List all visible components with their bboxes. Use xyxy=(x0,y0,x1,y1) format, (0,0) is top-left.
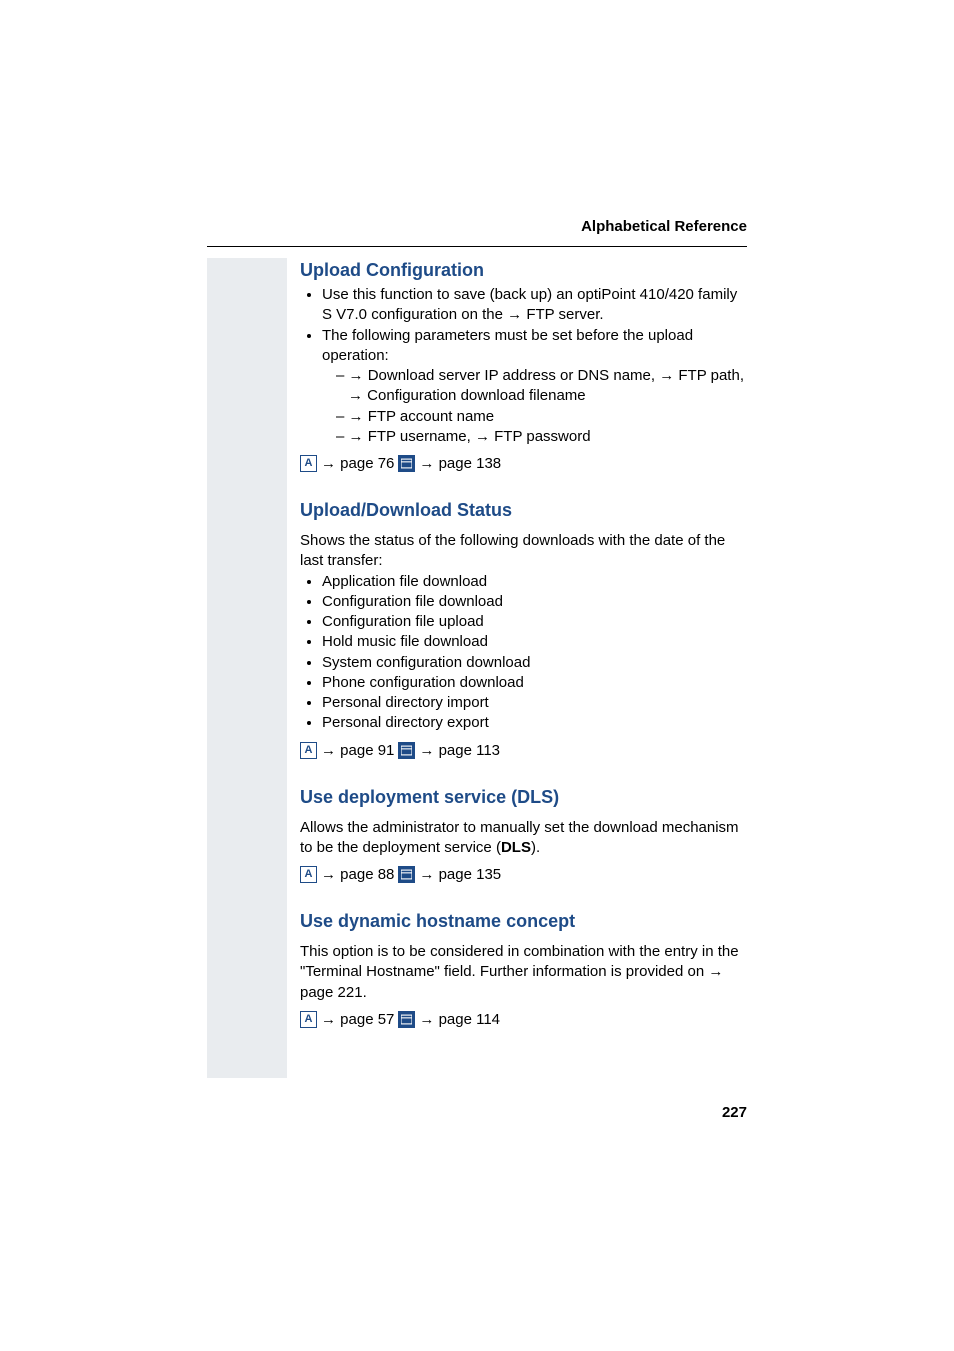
page-link[interactable]: → page 138 xyxy=(419,455,501,472)
heading-use-dynamic-hostname: Use dynamic hostname concept xyxy=(300,911,750,932)
paragraph: Shows the status of the following downlo… xyxy=(300,531,750,572)
text-fragment: ). xyxy=(531,839,540,856)
content-column: Upload Configuration Use this function t… xyxy=(300,260,750,1028)
arrow-icon: → xyxy=(321,1011,340,1028)
list-item: System configuration download xyxy=(322,653,750,673)
list-item: Personal directory import xyxy=(322,693,750,713)
page: Alphabetical Reference Upload Configurat… xyxy=(0,0,954,1351)
arrow-icon: → xyxy=(419,866,438,883)
arrow-icon: → xyxy=(349,367,368,384)
list-item: Configuration file upload xyxy=(322,612,750,632)
web-icon xyxy=(398,742,415,759)
list-item: Personal directory export xyxy=(322,713,750,733)
list-item: The following parameters must be set bef… xyxy=(322,326,750,448)
text-fragment: FTP username xyxy=(368,428,467,445)
arrow-icon: → xyxy=(321,742,340,759)
text-fragment: . xyxy=(599,306,603,323)
arrow-icon: → xyxy=(348,387,367,404)
text-fragment: FTP account name xyxy=(368,408,494,425)
list-item: Application file download xyxy=(322,572,750,592)
reference-row: A → page 91 → page 113 xyxy=(300,742,750,759)
sublist-item: → FTP account name xyxy=(336,407,750,427)
web-icon xyxy=(398,1011,415,1028)
page-link[interactable]: → page 88 xyxy=(321,866,394,883)
sublist: → Download server IP address or DNS name… xyxy=(322,366,750,447)
text-fragment: FTP path xyxy=(678,367,739,384)
arrow-icon: → xyxy=(321,866,340,883)
reference-row: A → page 76 → page 138 xyxy=(300,455,750,472)
header-rule xyxy=(207,246,747,247)
running-head: Alphabetical Reference xyxy=(581,218,747,236)
arrow-icon: → xyxy=(321,455,340,472)
list-item: Use this function to save (back up) an o… xyxy=(322,285,750,326)
arrow-icon: → xyxy=(419,1011,438,1028)
text-fragment: The following parameters must be set bef… xyxy=(322,327,693,364)
page-link[interactable]: → page 91 xyxy=(321,742,394,759)
page-link[interactable]: → page 113 xyxy=(419,742,500,759)
arrow-icon: → xyxy=(349,408,368,425)
admin-icon: A xyxy=(300,455,317,472)
page-link[interactable]: → page 76 xyxy=(321,455,394,472)
web-icon xyxy=(398,866,415,883)
web-icon xyxy=(398,455,415,472)
arrow-icon: → xyxy=(659,367,678,384)
arrow-icon: → xyxy=(507,306,526,323)
heading-upload-configuration: Upload Configuration xyxy=(300,260,750,281)
reference-row: A → page 57 → page 114 xyxy=(300,1011,750,1028)
page-link[interactable]: → page 57 xyxy=(321,1011,394,1028)
sublist-item: → FTP username, → FTP password xyxy=(336,427,750,447)
arrow-icon: → xyxy=(419,742,438,759)
arrow-icon: → xyxy=(349,428,368,445)
paragraph: Allows the administrator to manually set… xyxy=(300,818,750,859)
reference-row: A → page 88 → page 135 xyxy=(300,866,750,883)
text-fragment: This option is to be considered in combi… xyxy=(300,943,739,980)
heading-upload-download-status: Upload/Download Status xyxy=(300,500,750,521)
bullet-list: Application file download Configuration … xyxy=(300,572,750,734)
list-item: Hold music file download xyxy=(322,632,750,652)
text-fragment: FTP server xyxy=(526,306,599,323)
list-item: Configuration file download xyxy=(322,592,750,612)
list-item: Phone configuration download xyxy=(322,673,750,693)
admin-icon: A xyxy=(300,1011,317,1028)
text-fragment: Configuration download filename xyxy=(367,387,585,404)
page-link[interactable]: → page 135 xyxy=(419,866,501,883)
paragraph: This option is to be considered in combi… xyxy=(300,942,750,1003)
sidebar-decorative xyxy=(207,258,287,1078)
heading-use-deployment-service: Use deployment service (DLS) xyxy=(300,787,750,808)
page-number: 227 xyxy=(722,1104,747,1121)
text-fragment: FTP password xyxy=(494,428,590,445)
page-link[interactable]: → page 114 xyxy=(419,1011,500,1028)
bullet-list: Use this function to save (back up) an o… xyxy=(300,285,750,447)
arrow-icon: → xyxy=(708,963,723,980)
admin-icon: A xyxy=(300,866,317,883)
text-fragment: Download server IP address or DNS name xyxy=(368,367,651,384)
text-bold: DLS xyxy=(501,839,531,856)
sublist-item: → Configuration download filename xyxy=(336,386,750,406)
text-fragment: page 221 xyxy=(300,984,363,1001)
header-text: Alphabetical Reference xyxy=(581,218,747,235)
arrow-icon: → xyxy=(419,455,438,472)
text-fragment: . xyxy=(363,984,367,1001)
arrow-icon: → xyxy=(475,428,494,445)
admin-icon: A xyxy=(300,742,317,759)
sublist-item: → Download server IP address or DNS name… xyxy=(336,366,750,386)
